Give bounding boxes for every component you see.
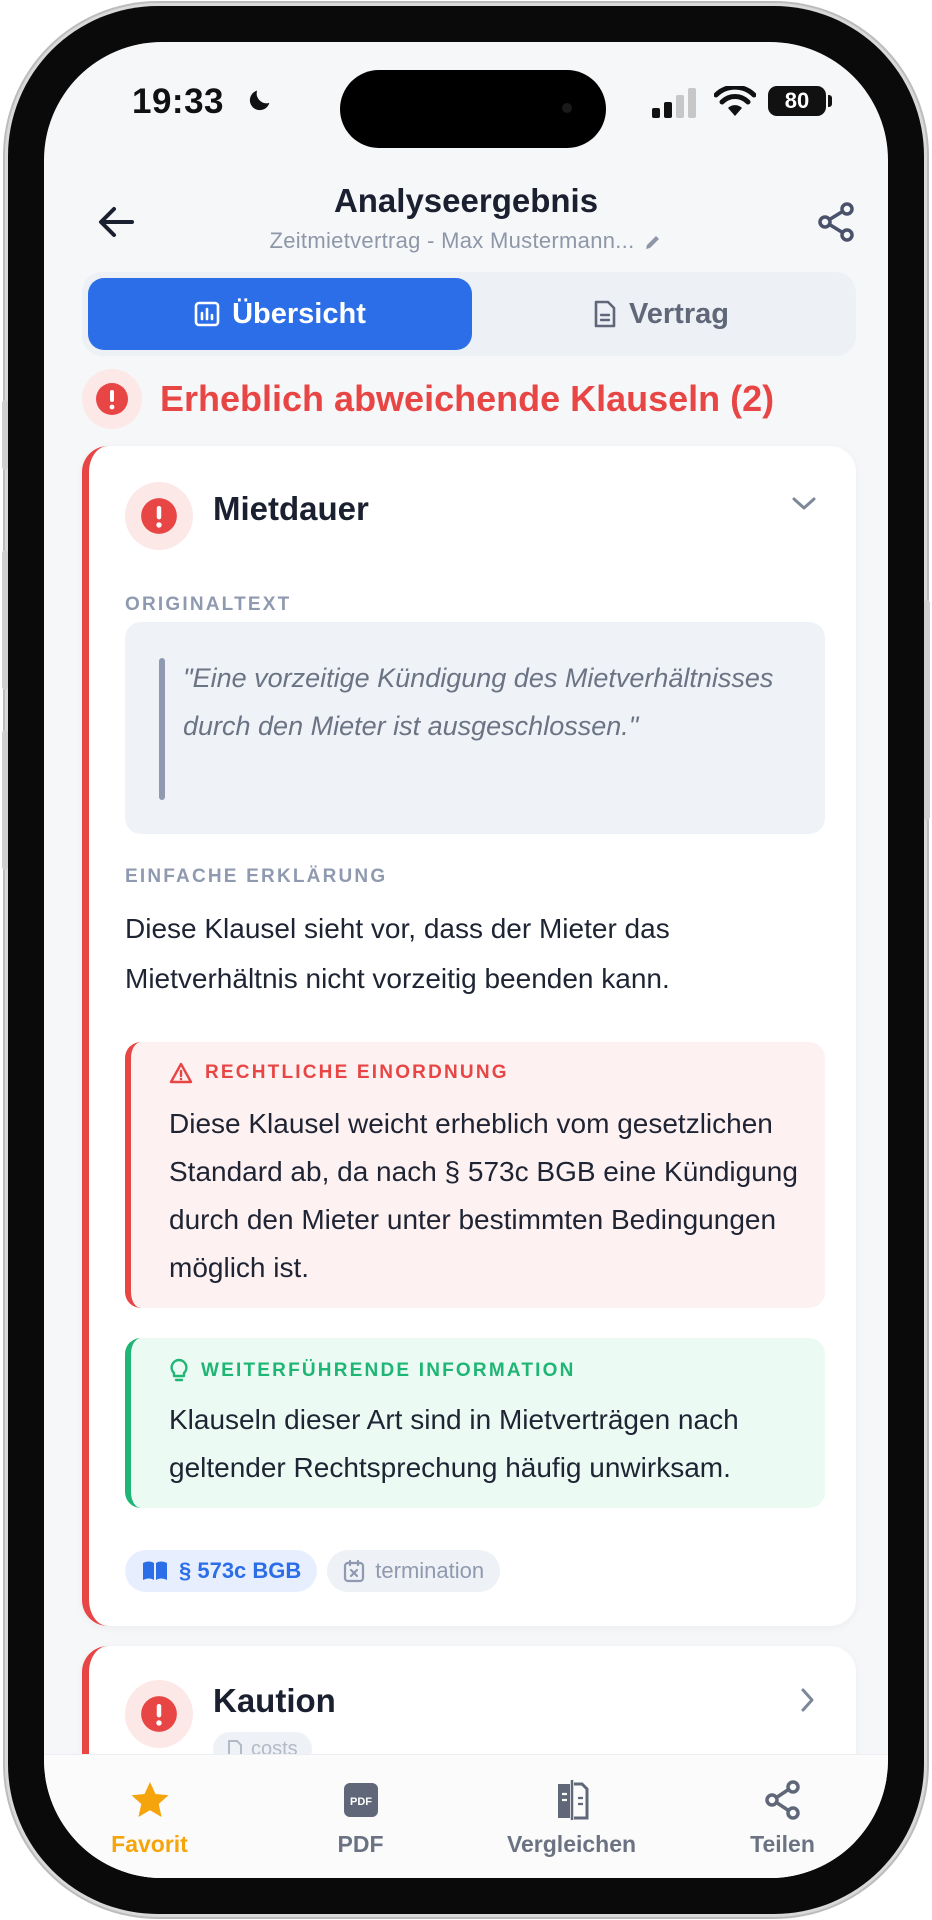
tab-contract-label: Vertrag bbox=[629, 297, 729, 330]
clause-alert-badge bbox=[125, 482, 193, 550]
lightbulb-icon bbox=[169, 1358, 189, 1384]
tag-category[interactable]: termination bbox=[327, 1550, 501, 1592]
wifi-icon bbox=[714, 86, 756, 116]
tab-share[interactable]: Teilen bbox=[677, 1755, 888, 1878]
header-share-button[interactable] bbox=[806, 192, 866, 252]
page-title: Analyseergebnis bbox=[333, 182, 599, 219]
original-text-box: "Eine vorzeitige Kündigung des Mietverhä… bbox=[125, 622, 825, 834]
clause-card-mietdauer: Mietdauer ORIGINALTEXT "Eine vorzeitige … bbox=[82, 446, 856, 1626]
warning-triangle-icon bbox=[169, 1062, 193, 1084]
share-icon bbox=[763, 1777, 803, 1823]
moon-icon bbox=[249, 90, 270, 111]
pencil-icon[interactable] bbox=[643, 232, 663, 252]
status-time: 19:33 bbox=[132, 82, 225, 121]
screen: 19:33 80 Analyseergebnis Zeitmietvertrag… bbox=[44, 42, 888, 1878]
document-name-text: Zeitmietvertrag - Max Mustermann... bbox=[269, 228, 635, 253]
tab-compare-label: Vergleichen bbox=[506, 1831, 637, 1857]
volume-down-button bbox=[2, 730, 8, 870]
tab-share-label: Teilen bbox=[750, 1831, 815, 1857]
bar-chart-icon bbox=[194, 301, 220, 327]
further-info-label: WEITERFÜHRENDE INFORMATION bbox=[169, 1358, 576, 1384]
clause-tags: § 573c BGB termination bbox=[125, 1550, 510, 1592]
tab-favorite[interactable]: Favorit bbox=[44, 1755, 255, 1878]
original-text-label: ORIGINALTEXT bbox=[125, 594, 292, 615]
mute-switch bbox=[2, 400, 8, 470]
legal-assessment-box: RECHTLICHE EINORDNUNG Diese Klausel weic… bbox=[125, 1042, 825, 1308]
phone-frame: 19:33 80 Analyseergebnis Zeitmietvertrag… bbox=[8, 6, 924, 1914]
document-icon bbox=[593, 300, 617, 328]
tag-law-reference[interactable]: § 573c BGB bbox=[125, 1550, 318, 1592]
alert-circle-icon bbox=[96, 383, 128, 415]
alert-circle-icon bbox=[141, 1696, 177, 1732]
tab-contract[interactable]: Vertrag bbox=[472, 278, 850, 350]
section-heading: Erheblich abweichende Klauseln (2) bbox=[82, 368, 774, 430]
tab-overview[interactable]: Übersicht bbox=[88, 278, 472, 350]
explanation-text: Diese Klausel sieht vor, dass der Mieter… bbox=[125, 913, 670, 994]
chevron-right-icon[interactable] bbox=[798, 1686, 818, 1714]
clause-title: Mietdauer bbox=[213, 490, 369, 527]
quote-bar bbox=[159, 658, 165, 800]
legal-assessment-text: Diese Klausel weicht erheblich vom geset… bbox=[169, 1108, 798, 1283]
section-alert-badge bbox=[82, 369, 142, 429]
further-info-text: Klauseln dieser Art sind in Mietverträge… bbox=[169, 1404, 739, 1483]
battery-nub bbox=[828, 95, 832, 107]
volume-up-button bbox=[2, 550, 8, 690]
section-title: Erheblich abweichende Klauseln (2) bbox=[160, 378, 775, 419]
calendar-x-icon bbox=[343, 1559, 365, 1583]
book-icon bbox=[141, 1560, 169, 1582]
power-button bbox=[924, 600, 930, 820]
cellular-signal-icon bbox=[652, 88, 696, 118]
pdf-icon: PDF bbox=[343, 1777, 379, 1823]
clause-title: Kaution bbox=[213, 1682, 336, 1719]
explanation-label: EINFACHE ERKLÄRUNG bbox=[125, 866, 388, 887]
tab-overview-label: Übersicht bbox=[232, 297, 366, 330]
tab-compare[interactable]: Vergleichen bbox=[466, 1755, 677, 1878]
view-segmented-control: Übersicht Vertrag bbox=[82, 272, 856, 356]
further-info-box: WEITERFÜHRENDE INFORMATION Klauseln dies… bbox=[125, 1338, 825, 1508]
clause-alert-badge bbox=[125, 1680, 193, 1748]
compare-icon bbox=[554, 1777, 590, 1823]
tab-pdf[interactable]: PDF PDF bbox=[255, 1755, 466, 1878]
alert-circle-icon bbox=[141, 498, 177, 534]
tab-favorite-label: Favorit bbox=[111, 1831, 188, 1857]
share-icon bbox=[818, 202, 854, 242]
star-icon bbox=[129, 1777, 171, 1823]
battery-indicator: 80 bbox=[768, 86, 826, 116]
legal-assessment-label: RECHTLICHE EINORDNUNG bbox=[169, 1062, 509, 1084]
tab-pdf-label: PDF bbox=[337, 1831, 384, 1857]
original-text: "Eine vorzeitige Kündigung des Mietverhä… bbox=[183, 663, 774, 741]
dynamic-island bbox=[340, 70, 606, 148]
chevron-down-icon[interactable] bbox=[790, 494, 818, 514]
pdf-icon-label: PDF bbox=[350, 1796, 372, 1808]
document-name[interactable]: Zeitmietvertrag - Max Mustermann... bbox=[44, 228, 888, 254]
bottom-tab-bar: Favorit PDF PDF Vergleichen Teilen bbox=[44, 1754, 888, 1878]
